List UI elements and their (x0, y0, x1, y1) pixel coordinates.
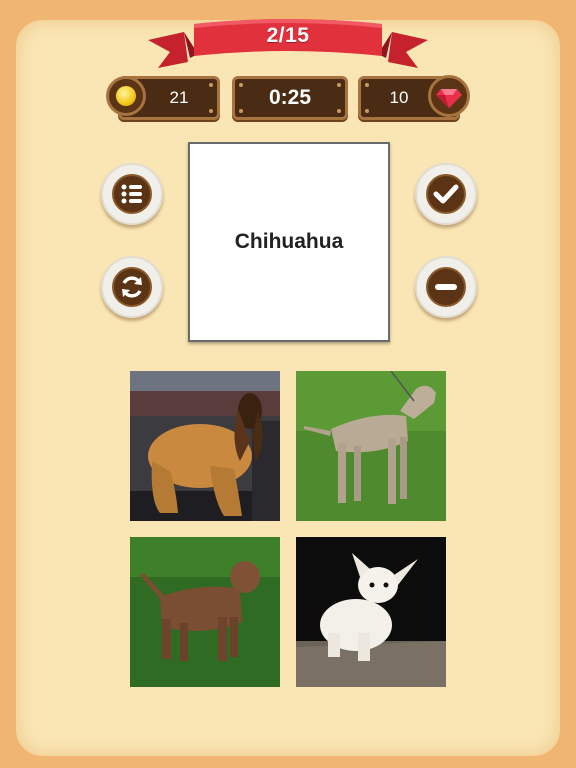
timer-display: 0:25 (232, 76, 348, 120)
progress-label: 2/15 (266, 24, 310, 47)
restart-button[interactable] (101, 256, 163, 318)
afghan-hound-photo (130, 371, 280, 521)
chihuahua-photo (296, 537, 446, 687)
weimaraner-photo (296, 371, 446, 521)
progress-ribbon: 2/15 (148, 18, 428, 74)
coin-icon (106, 76, 146, 116)
game-panel (16, 20, 560, 756)
list-icon (121, 184, 142, 204)
answer-tile-weimaraner[interactable] (296, 371, 446, 521)
gem-count: 10 (389, 88, 409, 107)
menu-button[interactable] (101, 163, 163, 225)
answer-tile-chihuahua[interactable] (296, 537, 446, 687)
answer-tile-afghan-hound[interactable] (130, 371, 280, 521)
remove-button[interactable] (415, 256, 477, 318)
refresh-icon (122, 276, 142, 298)
border-terrier-photo (130, 537, 280, 687)
question-word: Chihuahua (234, 230, 344, 253)
minus-icon (435, 284, 457, 290)
timer-value: 0:25 (268, 86, 312, 109)
answer-tile-border-terrier[interactable] (130, 537, 280, 687)
check-icon (433, 184, 459, 204)
gem-icon (428, 75, 470, 117)
question-card: Chihuahua (188, 142, 390, 342)
confirm-button[interactable] (415, 163, 477, 225)
